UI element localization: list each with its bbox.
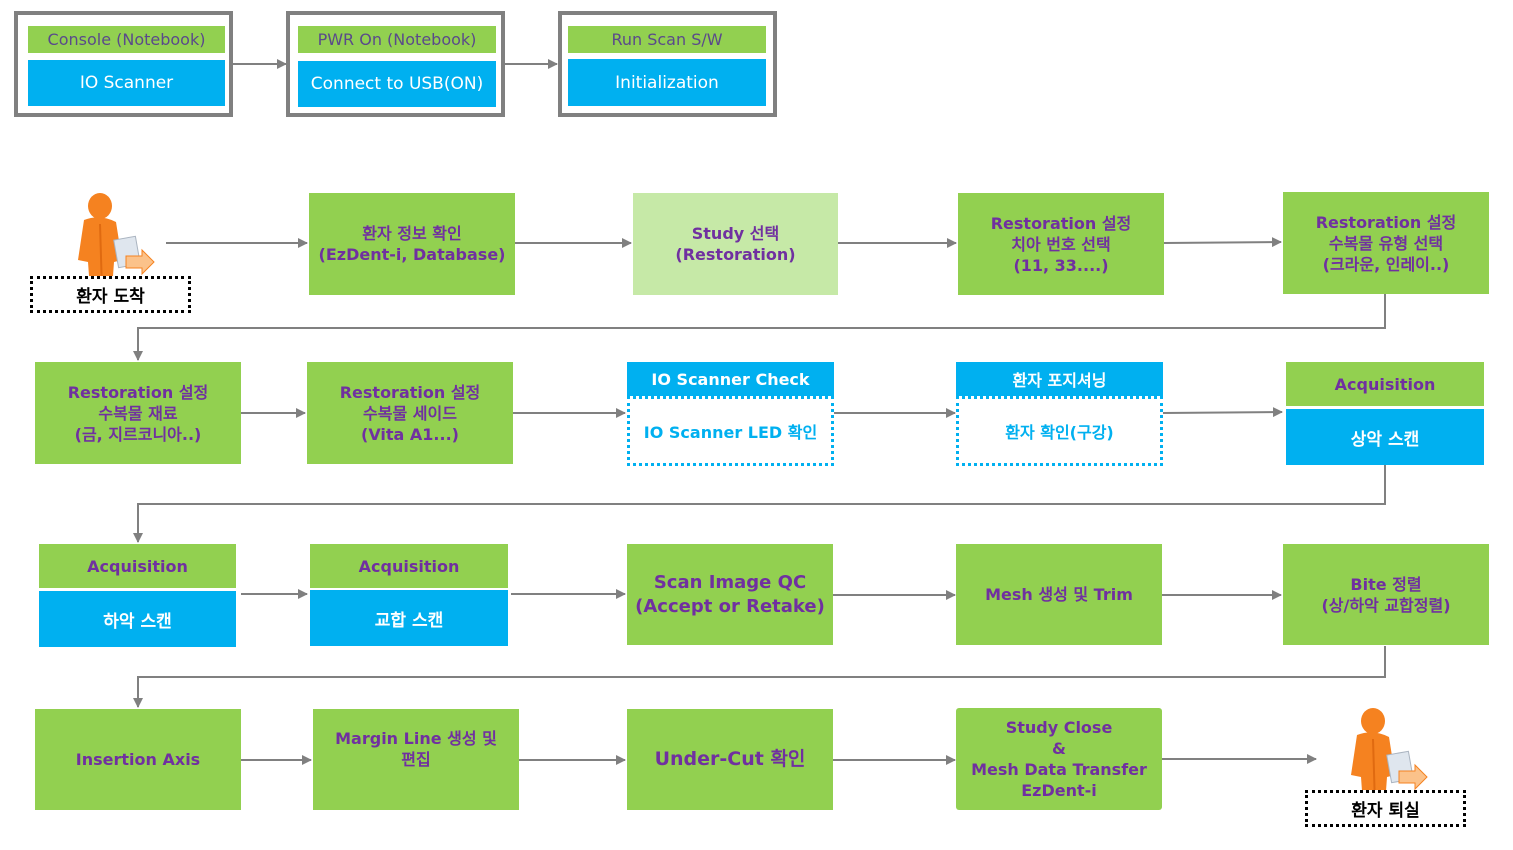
step-header: 환자 포지셔닝 (956, 362, 1163, 396)
step-line: 치아 번호 선택 (1011, 234, 1111, 254)
step-body: IO Scanner LED 확인 (627, 396, 834, 466)
step-line: Restoration 설정 (67, 382, 209, 402)
step-undercut: Under-Cut 확인 (627, 709, 833, 810)
step-line: (11, 33....) (1013, 255, 1109, 275)
end-label: 환자 퇴실 (1305, 790, 1466, 827)
setup-body: Connect to USB(ON) (298, 61, 496, 107)
step-line: 환자 정보 확인 (362, 224, 462, 243)
step-line: (Vita A1...) (361, 424, 459, 444)
step-body: 상악 스캔 (1286, 409, 1484, 465)
arrow-wrap-2 (133, 465, 1386, 543)
step-line: 수복물 재료 (98, 403, 178, 423)
step-mesh-trim: Mesh 생성 및 Trim (956, 544, 1162, 645)
step-line: Bite 정렬 (1350, 574, 1422, 594)
step-restoration-type: Restoration 설정 수복물 유형 선택 (크라운, 인레이..) (1283, 192, 1489, 294)
step-bite-scan: Acquisition 교합 스캔 (310, 544, 508, 646)
step-line: & (1052, 739, 1066, 758)
setup-body: Initialization (568, 59, 766, 106)
step-line: Under-Cut 확인 (654, 748, 806, 770)
step-line: (EzDent-i, Database) (318, 245, 506, 264)
setup-body: IO Scanner (28, 60, 225, 106)
step-line: EzDent-i (1021, 781, 1097, 800)
step-line: 편집 (401, 749, 431, 769)
step-line: (상/하악 교합정렬) (1321, 595, 1451, 615)
arrow-r2-4 (1162, 407, 1283, 418)
step-header: Acquisition (1286, 362, 1484, 406)
step-line: Insertion Axis (75, 750, 201, 769)
step-line: 수복물 유형 선택 (1328, 233, 1444, 253)
step-patient-positioning: 환자 포지셔닝 환자 확인(구강) (956, 362, 1163, 466)
step-body: 환자 확인(구강) (956, 396, 1163, 466)
arrow-wrap-3 (133, 646, 1386, 708)
step-study-close: Study Close & Mesh Data Transfer EzDent-i (956, 708, 1162, 810)
step-line: Margin Line 생성 및 (335, 728, 497, 748)
step-scan-qc: Scan Image QC (Accept or Retake) (627, 544, 833, 645)
step-line: Scan Image QC (653, 571, 807, 593)
step-tooth-number: Restoration 설정 치아 번호 선택 (11, 33....) (958, 193, 1164, 295)
setup-header: PWR On (Notebook) (298, 26, 496, 53)
start-label: 환자 도착 (30, 276, 191, 313)
step-study-select: Study 선택 (Restoration) (633, 193, 838, 295)
step-line: (Accept or Retake) (635, 595, 825, 617)
setup-header: Run Scan S/W (568, 26, 766, 53)
arrow-r1-3 (1163, 237, 1282, 248)
step-header: IO Scanner Check (627, 362, 834, 396)
step-line: Restoration 설정 (1315, 212, 1457, 232)
step-line: (Restoration) (675, 245, 796, 264)
step-margin-line: Margin Line 생성 및 편집 (313, 709, 519, 810)
step-body: 교합 스캔 (310, 590, 508, 646)
step-line: Restoration 설정 (339, 382, 481, 402)
step-header: Acquisition (310, 544, 508, 588)
step-patient-info: 환자 정보 확인 (EzDent-i, Database) (309, 193, 515, 295)
setup-step-software: Run Scan S/W Initialization (558, 11, 777, 117)
step-line: 수복물 세이드 (363, 403, 457, 423)
step-restoration-shade: Restoration 설정 수복물 세이드 (Vita A1...) (307, 362, 513, 464)
setup-step-power: PWR On (Notebook) Connect to USB(ON) (286, 11, 505, 117)
setup-header: Console (Notebook) (28, 26, 225, 53)
step-bite-align: Bite 정렬 (상/하악 교합정렬) (1283, 544, 1489, 645)
step-body: 하악 스캔 (39, 591, 236, 647)
step-upper-scan: Acquisition 상악 스캔 (1286, 362, 1484, 465)
step-line: Study 선택 (691, 224, 780, 243)
step-line: Mesh Data Transfer (971, 760, 1147, 779)
step-header: Acquisition (39, 544, 236, 588)
step-line: Restoration 설정 (990, 213, 1132, 233)
step-lower-scan: Acquisition 하악 스캔 (39, 544, 236, 647)
step-scanner-check: IO Scanner Check IO Scanner LED 확인 (627, 362, 834, 466)
step-restoration-material: Restoration 설정 수복물 재료 (금, 지르코니아..) (35, 362, 241, 464)
step-line: (금, 지르코니아..) (74, 424, 202, 444)
step-insertion-axis: Insertion Axis (35, 709, 241, 810)
step-line: (크라운, 인레이..) (1322, 254, 1450, 274)
arrow-wrap-1 (133, 294, 1386, 361)
step-line: Study Close (1005, 718, 1113, 737)
setup-step-console: Console (Notebook) IO Scanner (14, 11, 233, 117)
step-line: Mesh 생성 및 Trim (985, 585, 1133, 604)
